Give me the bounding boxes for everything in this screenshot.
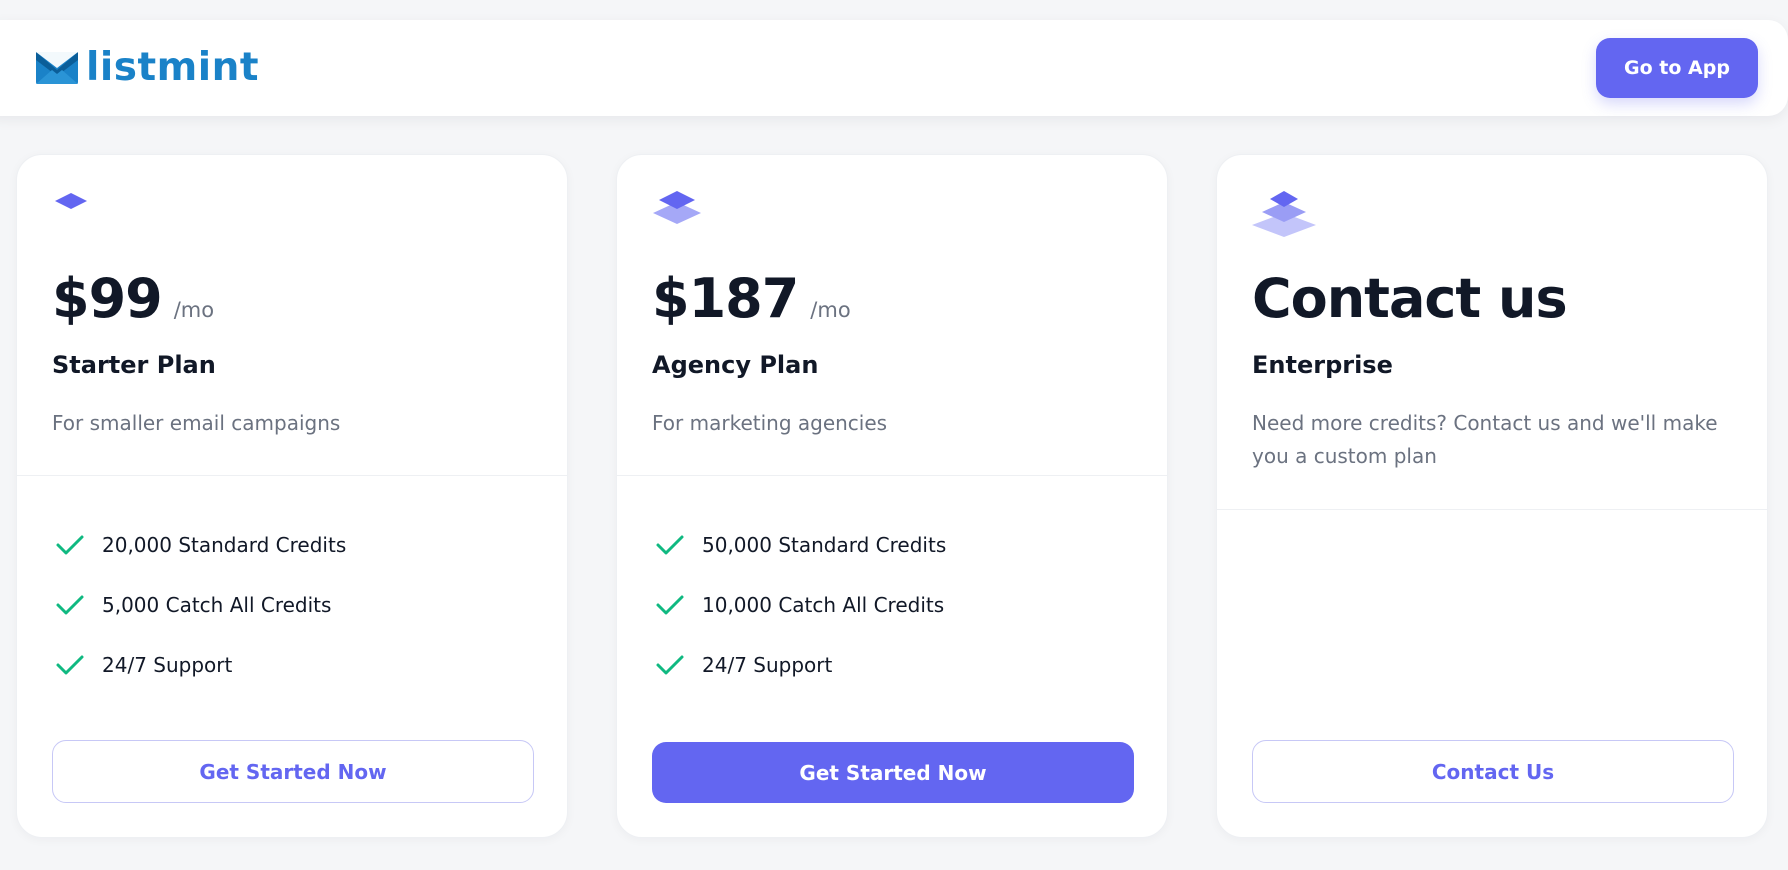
plan-name: Agency Plan: [652, 351, 819, 379]
card-divider: [617, 475, 1167, 476]
check-icon: [56, 655, 84, 675]
feature-item: 50,000 Standard Credits: [654, 515, 946, 575]
top-header: listmint Go to App: [0, 20, 1788, 116]
get-started-button[interactable]: Get Started Now: [652, 742, 1134, 803]
feature-item: 20,000 Standard Credits: [54, 515, 346, 575]
pricing-card-starter: $99 /mo Starter Plan For smaller email c…: [16, 154, 568, 838]
plan-name: Starter Plan: [52, 351, 216, 379]
check-icon: [56, 595, 84, 615]
go-to-app-button[interactable]: Go to App: [1596, 38, 1758, 98]
feature-item: 24/7 Support: [654, 635, 946, 695]
check-icon: [56, 535, 84, 555]
check-icon: [656, 655, 684, 675]
plan-description: For marketing agencies: [652, 411, 888, 435]
card-divider: [1217, 509, 1767, 510]
feature-label: 50,000 Standard Credits: [702, 533, 947, 557]
triple-layer-icon: [1252, 191, 1316, 237]
price-period: /mo: [810, 298, 851, 322]
feature-list: 20,000 Standard Credits 5,000 Catch All …: [54, 515, 346, 695]
price-amount: $99: [52, 267, 163, 330]
pricing-card-agency: $187 /mo Agency Plan For marketing agenc…: [616, 154, 1168, 838]
feature-label: 24/7 Support: [702, 653, 833, 677]
pricing-card-enterprise: Contact us Enterprise Need more credits?…: [1216, 154, 1768, 838]
brand-name: listmint: [86, 44, 260, 90]
feature-label: 10,000 Catch All Credits: [702, 593, 945, 617]
price-row: $187 /mo: [652, 267, 851, 331]
brand-logo[interactable]: listmint: [36, 46, 259, 90]
feature-item: 5,000 Catch All Credits: [54, 575, 346, 635]
envelope-logo-icon: [36, 52, 78, 84]
single-layer-icon: [55, 193, 87, 209]
check-icon: [656, 535, 684, 555]
card-divider: [17, 475, 567, 476]
double-layer-icon: [653, 191, 701, 224]
price-row: Contact us: [1252, 267, 1568, 331]
plan-name: Enterprise: [1252, 351, 1393, 379]
feature-item: 24/7 Support: [54, 635, 346, 695]
price-row: $99 /mo: [52, 267, 214, 331]
plan-description: For smaller email campaigns: [52, 411, 341, 435]
feature-label: 24/7 Support: [102, 653, 233, 677]
contact-us-button[interactable]: Contact Us: [1252, 740, 1734, 803]
get-started-button[interactable]: Get Started Now: [52, 740, 534, 803]
plan-description: Need more credits? Contact us and we'll …: [1252, 411, 1718, 468]
feature-item: 10,000 Catch All Credits: [654, 575, 946, 635]
price-amount: $187: [652, 267, 799, 330]
feature-label: 20,000 Standard Credits: [102, 533, 347, 557]
check-icon: [656, 595, 684, 615]
feature-list: 50,000 Standard Credits 10,000 Catch All…: [654, 515, 946, 695]
feature-label: 5,000 Catch All Credits: [102, 593, 332, 617]
price-period: /mo: [173, 298, 215, 322]
price-amount: Contact us: [1252, 267, 1568, 330]
